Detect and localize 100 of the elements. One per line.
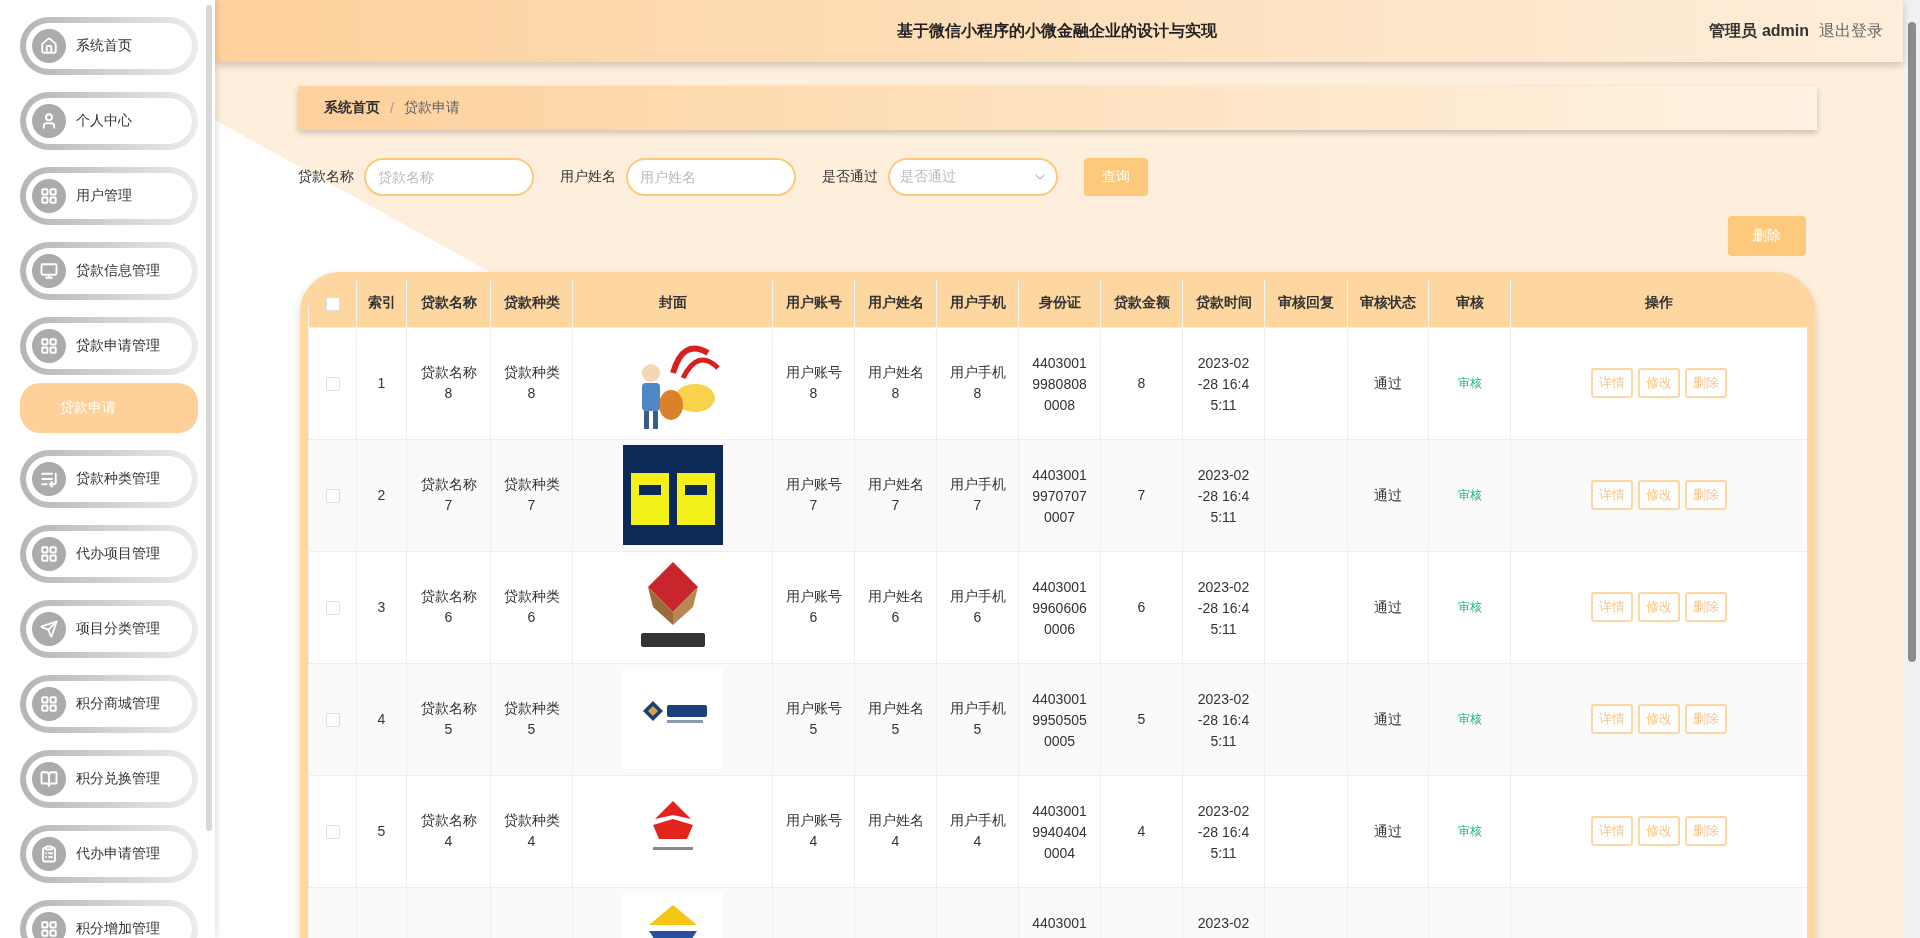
table-cell: 4 bbox=[356, 663, 407, 775]
table-cell: 8 bbox=[1100, 327, 1183, 439]
table-cell: 用户手机8 bbox=[936, 327, 1019, 439]
action-button[interactable]: 详情 bbox=[1591, 480, 1633, 510]
sidebar-subitem[interactable]: 贷款申请 bbox=[20, 383, 198, 433]
table-cell: 通过 bbox=[1347, 775, 1429, 887]
table-cell: 通过 bbox=[1347, 439, 1429, 551]
field-label: 是否通过 bbox=[822, 167, 878, 186]
sidebar-item[interactable]: 贷款信息管理 bbox=[20, 242, 198, 300]
table-cell: 贷款种类7 bbox=[490, 439, 573, 551]
home-icon bbox=[32, 29, 66, 63]
action-button[interactable]: 修改 bbox=[1638, 816, 1680, 846]
table-cell: 440300199707070007 bbox=[1018, 439, 1101, 551]
column-header: 贷款种类 bbox=[490, 280, 573, 327]
review-link[interactable]: 审核 bbox=[1457, 488, 1482, 502]
action-button[interactable]: 修改 bbox=[1638, 592, 1680, 622]
table-cell: 440300199404040004 bbox=[1018, 775, 1101, 887]
field-label: 用户姓名 bbox=[560, 167, 616, 186]
paper-plane-icon bbox=[32, 612, 66, 646]
review-link[interactable]: 审核 bbox=[1457, 376, 1482, 390]
table-cell: 贷款名称4 bbox=[406, 775, 491, 887]
table-cell: 贷款种类5 bbox=[490, 663, 573, 775]
logout-link[interactable]: 退出登录 bbox=[1819, 20, 1883, 42]
sidebar-item[interactable]: 积分商城管理 bbox=[20, 675, 198, 733]
search-button[interactable]: 查询 bbox=[1084, 157, 1148, 196]
sidebar-item[interactable]: 积分增加管理 bbox=[20, 900, 198, 938]
grid-icon bbox=[32, 179, 66, 213]
input-field[interactable]: 贷款名称 bbox=[364, 157, 534, 196]
breadcrumb-separator: / bbox=[390, 100, 394, 116]
review-link[interactable]: 审核 bbox=[1457, 600, 1482, 614]
table-cell: 440300199808080008 bbox=[1018, 327, 1101, 439]
field-label: 贷款名称 bbox=[298, 167, 354, 186]
table-cell: 440300199505050005 bbox=[1018, 663, 1101, 775]
sidebar-item[interactable]: 代办申请管理 bbox=[20, 825, 198, 883]
sidebar-item[interactable]: 贷款申请管理 bbox=[20, 317, 198, 375]
sidebar-item[interactable]: 代办项目管理 bbox=[20, 525, 198, 583]
table-cell: 贷款名称5 bbox=[406, 663, 491, 775]
action-button[interactable]: 详情 bbox=[1591, 592, 1633, 622]
sidebar-item[interactable]: 贷款种类管理 bbox=[20, 450, 198, 508]
table-cell: 用户手机6 bbox=[936, 551, 1019, 663]
action-button[interactable]: 删除 bbox=[1685, 816, 1727, 846]
action-button[interactable]: 详情 bbox=[1591, 368, 1633, 398]
column-header: 贷款时间 bbox=[1182, 280, 1265, 327]
list-icon bbox=[32, 462, 66, 496]
table-cell: 2023-02-28 16:45:11 bbox=[1182, 551, 1265, 663]
action-button[interactable]: 删除 bbox=[1685, 368, 1727, 398]
grid-icon bbox=[32, 912, 66, 938]
review-link[interactable]: 审核 bbox=[1457, 824, 1482, 838]
review-link[interactable]: 审核 bbox=[1457, 712, 1482, 726]
column-header: 封面 bbox=[572, 280, 773, 327]
checkbox[interactable] bbox=[325, 377, 340, 392]
action-button[interactable]: 详情 bbox=[1591, 816, 1633, 846]
action-button[interactable]: 修改 bbox=[1638, 480, 1680, 510]
column-header: 贷款名称 bbox=[406, 280, 491, 327]
breadcrumb-item[interactable]: 系统首页 bbox=[324, 99, 380, 117]
action-button[interactable]: 详情 bbox=[1591, 704, 1633, 734]
sidebar-item[interactable]: 用户管理 bbox=[20, 167, 198, 225]
checkbox[interactable] bbox=[325, 297, 340, 312]
action-button[interactable]: 删除 bbox=[1685, 592, 1727, 622]
table-cell: 贷款种类8 bbox=[490, 327, 573, 439]
select-field[interactable]: 是否通过 bbox=[888, 157, 1058, 196]
table-cell: 4 bbox=[1100, 775, 1183, 887]
book-icon bbox=[32, 762, 66, 796]
input-field[interactable]: 用户姓名 bbox=[626, 157, 796, 196]
checkbox[interactable] bbox=[325, 825, 340, 840]
table-cell: 通过 bbox=[1347, 327, 1429, 439]
sidebar-item[interactable]: 项目分类管理 bbox=[20, 600, 198, 658]
page-title: 基于微信小程序的小微金融企业的设计与实现 bbox=[896, 20, 1219, 41]
action-button[interactable]: 修改 bbox=[1638, 704, 1680, 734]
column-header: 操作 bbox=[1510, 280, 1807, 327]
scrollbar[interactable] bbox=[206, 5, 212, 831]
column-header: 身份证 bbox=[1018, 280, 1101, 327]
table-cell: 用户手机5 bbox=[936, 663, 1019, 775]
sidebar-item[interactable]: 系统首页 bbox=[20, 17, 198, 75]
clipboard-icon bbox=[32, 837, 66, 871]
user-name: 管理员 admin bbox=[1709, 20, 1809, 41]
grid-icon bbox=[32, 687, 66, 721]
table-cell: 5 bbox=[356, 775, 407, 887]
action-button[interactable]: 删除 bbox=[1685, 480, 1727, 510]
sidebar-item[interactable]: 积分兑换管理 bbox=[20, 750, 198, 808]
table-cell: 贷款种类6 bbox=[490, 551, 573, 663]
table-cell: 3 bbox=[356, 551, 407, 663]
table-cell: 2023-02-28 16:45:11 bbox=[1182, 327, 1265, 439]
table-cell: 用户姓名7 bbox=[854, 439, 937, 551]
column-header: 贷款金额 bbox=[1100, 280, 1183, 327]
checkbox[interactable] bbox=[325, 713, 340, 728]
table-cell: 用户姓名4 bbox=[854, 775, 937, 887]
column-header: 索引 bbox=[356, 280, 407, 327]
sidebar-item[interactable]: 个人中心 bbox=[20, 92, 198, 150]
table-cell: 用户手机7 bbox=[936, 439, 1019, 551]
action-button[interactable]: 删除 bbox=[1685, 704, 1727, 734]
table-cell: 贷款种类4 bbox=[490, 775, 573, 887]
delete-button[interactable]: 删除 bbox=[1728, 216, 1806, 256]
table-cell: 贷款名称7 bbox=[406, 439, 491, 551]
action-button[interactable]: 修改 bbox=[1638, 368, 1680, 398]
grid-icon bbox=[32, 537, 66, 571]
checkbox[interactable] bbox=[325, 601, 340, 616]
table-cell: 通过 bbox=[1347, 663, 1429, 775]
checkbox[interactable] bbox=[325, 489, 340, 504]
scrollbar[interactable] bbox=[1903, 0, 1920, 938]
